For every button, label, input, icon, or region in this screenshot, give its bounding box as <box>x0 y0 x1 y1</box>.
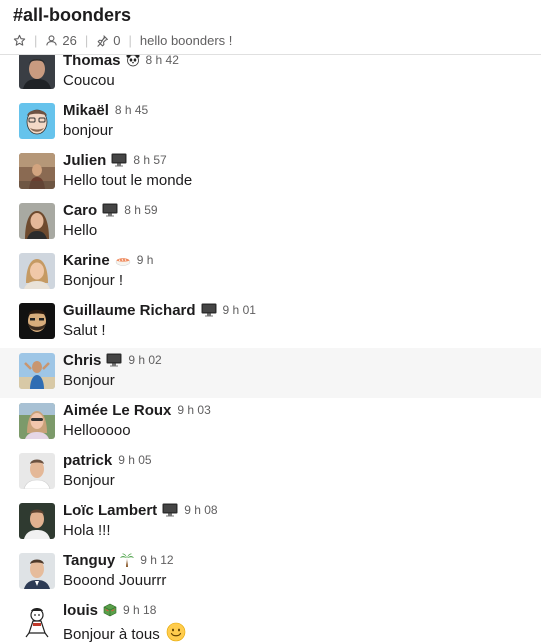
computer-icon <box>111 153 127 167</box>
sender-name[interactable]: Caro <box>63 202 97 219</box>
timestamp[interactable]: 9 h 03 <box>177 403 210 417</box>
pinned-count: 0 <box>113 32 121 48</box>
message-item[interactable]: Mikaël 8 h 45 bonjour <box>0 98 541 148</box>
message-text: Bonjour ! <box>63 272 124 289</box>
message-item[interactable]: Karine 9 h Bonjour ! <box>0 248 541 298</box>
timestamp[interactable]: 9 h 08 <box>184 503 217 517</box>
message-text: Hellooooo <box>63 422 131 439</box>
message-text: Hello tout le monde <box>63 172 193 189</box>
timestamp[interactable]: 9 h 18 <box>123 603 156 617</box>
sender-name[interactable]: Thomas <box>63 55 121 69</box>
pin-icon <box>97 34 109 47</box>
avatar[interactable] <box>19 603 55 639</box>
message-item[interactable]: Chris 9 h 02 Bonjour <box>0 348 541 398</box>
avatar[interactable] <box>19 453 55 489</box>
timestamp[interactable]: 9 h 05 <box>118 453 151 467</box>
avatar[interactable] <box>19 103 55 139</box>
message-text: Bonjour <box>63 472 115 489</box>
message-text: Bonjour à tous <box>63 622 186 644</box>
divider: | <box>84 32 89 48</box>
cube-icon <box>103 603 117 617</box>
message-item[interactable]: Julien 8 h 57 Hello tout le monde <box>0 148 541 198</box>
channel-header: #all-boonders | 26 | 0 | hello boonders … <box>0 0 541 55</box>
timestamp[interactable]: 9 h 12 <box>140 553 173 567</box>
message-text: Coucou <box>63 72 115 89</box>
message-item[interactable]: Thomas 8 h 42 Coucou <box>0 55 541 98</box>
message-text: Hola !!! <box>63 522 111 539</box>
divider: | <box>34 32 38 48</box>
star-icon <box>13 34 26 46</box>
message-text: bonjour <box>63 122 114 139</box>
timestamp[interactable]: 9 h 02 <box>128 353 161 367</box>
sender-name[interactable]: Aimée Le Roux <box>63 402 171 419</box>
sushi-icon <box>115 253 131 267</box>
message-item[interactable]: Tanguy 9 h 12 Booond Jouurrr <box>0 548 541 598</box>
sender-name[interactable]: louis <box>63 602 98 619</box>
message-item[interactable]: Loïc Lambert 9 h 08 Hola !!! <box>0 498 541 548</box>
avatar[interactable] <box>19 153 55 189</box>
message-text: Hello <box>63 222 98 239</box>
computer-icon <box>106 353 122 367</box>
members-count: 26 <box>62 32 77 48</box>
message-text: Salut ! <box>63 322 106 339</box>
sender-name[interactable]: Guillaume Richard <box>63 302 196 319</box>
sender-name[interactable]: Julien <box>63 152 106 169</box>
pinned-button[interactable]: 0 <box>96 33 120 48</box>
timestamp[interactable]: 8 h 42 <box>146 55 179 67</box>
avatar[interactable] <box>19 353 55 389</box>
divider: | <box>128 32 132 48</box>
person-icon <box>46 34 58 45</box>
avatar[interactable] <box>19 303 55 339</box>
panda-icon <box>126 55 140 67</box>
message-item[interactable]: louis 9 h 18 Bonjour à tous <box>0 598 541 644</box>
star-button[interactable] <box>13 34 26 47</box>
avatar[interactable] <box>19 253 55 289</box>
message-item[interactable]: Aimée Le Roux 9 h 03 Hellooooo <box>0 398 541 448</box>
channel-meta: | 26 | 0 | hello boonders ! <box>13 31 232 49</box>
message-item[interactable]: Guillaume Richard 9 h 01 Salut ! <box>0 298 541 348</box>
computer-icon <box>102 203 118 217</box>
sender-name[interactable]: Chris <box>63 352 101 369</box>
avatar[interactable] <box>19 203 55 239</box>
avatar[interactable] <box>19 55 55 89</box>
message-text: Booond Jouurrr <box>63 572 167 589</box>
timestamp[interactable]: 8 h 57 <box>133 153 166 167</box>
computer-icon <box>201 303 217 317</box>
timestamp[interactable]: 9 h 01 <box>223 303 256 317</box>
sender-name[interactable]: Mikaël <box>63 102 109 119</box>
avatar[interactable] <box>19 403 55 439</box>
avatar[interactable] <box>19 553 55 589</box>
message-item[interactable]: Caro 8 h 59 Hello <box>0 198 541 248</box>
channel-title[interactable]: #all-boonders <box>13 5 131 26</box>
sender-name[interactable]: Loïc Lambert <box>63 502 157 519</box>
palm-tree-icon <box>120 552 135 568</box>
sender-name[interactable]: patrick <box>63 452 112 469</box>
computer-icon <box>162 503 178 517</box>
sender-name[interactable]: Karine <box>63 252 110 269</box>
sender-name[interactable]: Tanguy <box>63 552 115 569</box>
message-text: Bonjour <box>63 372 115 389</box>
message-body: Bonjour à tous <box>63 625 160 643</box>
smile-icon <box>166 622 186 644</box>
timestamp[interactable]: 8 h 59 <box>124 203 157 217</box>
message-item[interactable]: patrick 9 h 05 Bonjour <box>0 448 541 498</box>
members-button[interactable]: 26 <box>45 32 77 48</box>
avatar[interactable] <box>19 503 55 539</box>
message-list[interactable]: Thomas 8 h 42 Coucou Mikaël 8 h 45 bonjo… <box>0 55 541 644</box>
timestamp[interactable]: 8 h 45 <box>115 103 148 117</box>
channel-topic[interactable]: hello boonders ! <box>140 33 233 48</box>
timestamp[interactable]: 9 h <box>137 253 154 267</box>
